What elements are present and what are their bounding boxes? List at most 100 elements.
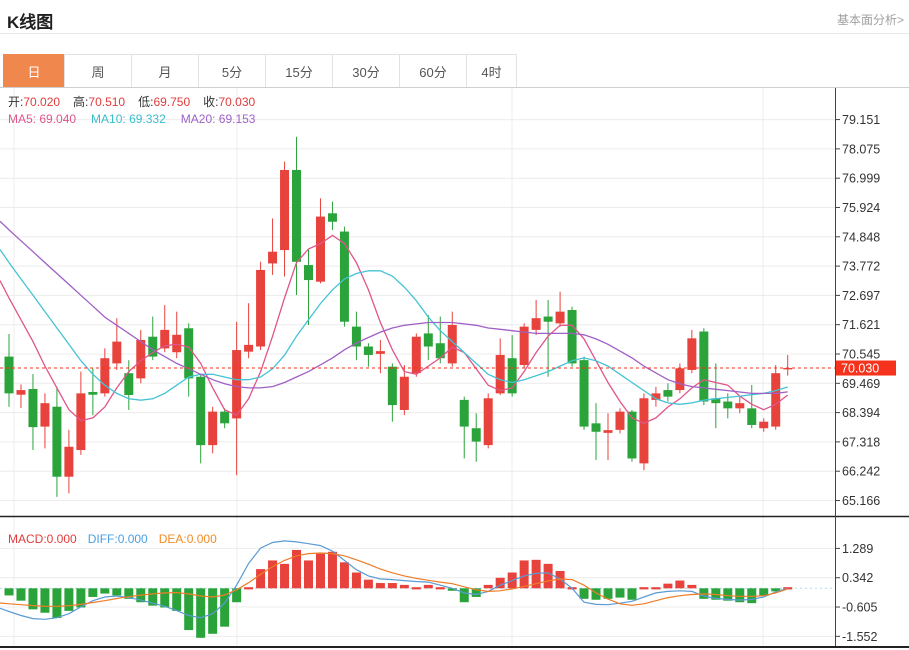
price-axis-label: 73.772 <box>842 260 880 274</box>
ohlc-info-bar: 开:70.020 高:70.510 低:69.750 收:70.030 <box>8 95 255 110</box>
macd-bar <box>459 588 469 603</box>
candle-body <box>435 343 445 359</box>
diff-value: DIFF:0.000 <box>87 532 148 546</box>
kline-widget: { "header": { "title": "K线图", "analysis_… <box>0 0 909 650</box>
macd-bar <box>100 588 110 594</box>
candle-body <box>759 421 769 429</box>
macd-bar <box>4 588 14 596</box>
macd-bar <box>543 563 553 589</box>
tab-15min[interactable]: 15分 <box>265 54 333 88</box>
interval-tabs: 日 周 月 5分 15分 30分 60分 4时 <box>3 54 517 88</box>
macd-bar <box>399 584 409 589</box>
tab-week[interactable]: 周 <box>64 54 132 88</box>
candle-body <box>268 251 278 264</box>
candle-body <box>363 346 373 355</box>
tab-day[interactable]: 日 <box>3 54 65 88</box>
candle-body <box>52 406 62 477</box>
tab-5min[interactable]: 5分 <box>198 54 266 88</box>
macd-bar <box>280 563 290 589</box>
candle-body <box>735 403 745 409</box>
candle-body <box>639 398 649 464</box>
low-value: 69.750 <box>153 95 191 109</box>
tab-60min[interactable]: 60分 <box>399 54 467 88</box>
fundamental-analysis-link[interactable]: 基本面分析> <box>837 11 904 28</box>
candle-body <box>567 310 577 364</box>
macd-bar <box>112 588 122 596</box>
candle-body <box>40 403 50 427</box>
high-value: 70.510 <box>88 95 126 109</box>
tab-30min[interactable]: 30分 <box>332 54 400 88</box>
macd-bar <box>16 588 26 601</box>
macd-bar <box>627 588 637 600</box>
candle-body <box>615 411 625 430</box>
macd-bar <box>387 583 397 589</box>
ma10-value: MA10: 69.332 <box>91 112 166 126</box>
candle-body <box>16 390 26 395</box>
macd-bar <box>304 560 313 589</box>
macd-bar <box>172 588 182 611</box>
macd-value: MACD:0.000 <box>8 532 77 546</box>
ohlc-low: 低:69.750 <box>138 95 190 110</box>
candle-body <box>591 423 601 432</box>
candle-body <box>4 356 14 394</box>
macd-bar <box>339 562 349 589</box>
macd-axis-label: 1.289 <box>842 542 873 556</box>
macd-bar <box>483 584 493 589</box>
candle-body <box>771 373 781 427</box>
macd-axis-label: 0.342 <box>842 571 873 585</box>
macd-bar <box>315 553 325 589</box>
macd-axis-label: -1.552 <box>842 630 877 644</box>
macd-bar <box>40 588 50 613</box>
candle-body <box>399 376 409 410</box>
macd-bar <box>88 588 98 597</box>
page-title: K线图 <box>7 13 54 32</box>
candle-body <box>675 368 685 391</box>
ma5-value: MA5: 69.040 <box>8 112 77 126</box>
candle-body <box>148 336 158 357</box>
tab-4hour[interactable]: 4时 <box>466 54 517 88</box>
candle-body <box>292 169 302 262</box>
price-axis-label: 71.621 <box>842 318 880 332</box>
candle-body <box>208 411 218 446</box>
header-divider <box>0 33 909 34</box>
macd-layer <box>0 540 793 638</box>
close-label: 收: <box>203 95 219 109</box>
close-value: 70.030 <box>218 95 256 109</box>
price-axis-label: 65.166 <box>842 494 880 508</box>
candle-body <box>339 231 349 322</box>
candle-body <box>375 351 385 354</box>
price-axis-label: 69.469 <box>842 377 880 391</box>
candle-body <box>603 430 613 433</box>
candle-body <box>315 216 325 282</box>
price-axis-label: 79.151 <box>842 113 880 127</box>
candle-body <box>699 331 709 402</box>
candle-body <box>579 360 589 427</box>
ohlc-high: 高:70.510 <box>73 95 125 110</box>
ma-info-bar: MA5: 69.040 MA10: 69.332 MA20: 69.153 <box>8 112 255 127</box>
macd-bar <box>639 587 649 590</box>
price-axis-label: 74.848 <box>842 230 880 244</box>
candle-body <box>327 213 337 222</box>
price-axis-label: 66.242 <box>842 465 880 479</box>
candle-body <box>64 446 74 477</box>
candle-body <box>495 354 505 394</box>
open-value: 70.020 <box>23 95 61 109</box>
macd-bar <box>64 588 74 611</box>
current-price-tag-label: 70.030 <box>841 362 879 376</box>
price-axis-label: 67.318 <box>842 435 880 449</box>
candle-body <box>88 391 98 395</box>
candle-body <box>196 376 206 446</box>
candle-body <box>220 411 230 424</box>
candle-body <box>28 389 38 428</box>
candle-body <box>483 398 493 446</box>
candle-body <box>459 399 469 427</box>
kline-chart[interactable]: 79.151 78.075 76.999 75.924 74.848 73.772 72.6… <box>0 88 909 650</box>
price-axis-label: 72.697 <box>842 289 880 303</box>
candle-body <box>244 344 254 352</box>
candle-body <box>304 265 313 281</box>
macd-bar <box>435 587 445 590</box>
candle-body <box>232 350 242 419</box>
candle-body <box>531 318 541 330</box>
tab-month[interactable]: 月 <box>131 54 199 88</box>
candle-body <box>747 408 757 425</box>
